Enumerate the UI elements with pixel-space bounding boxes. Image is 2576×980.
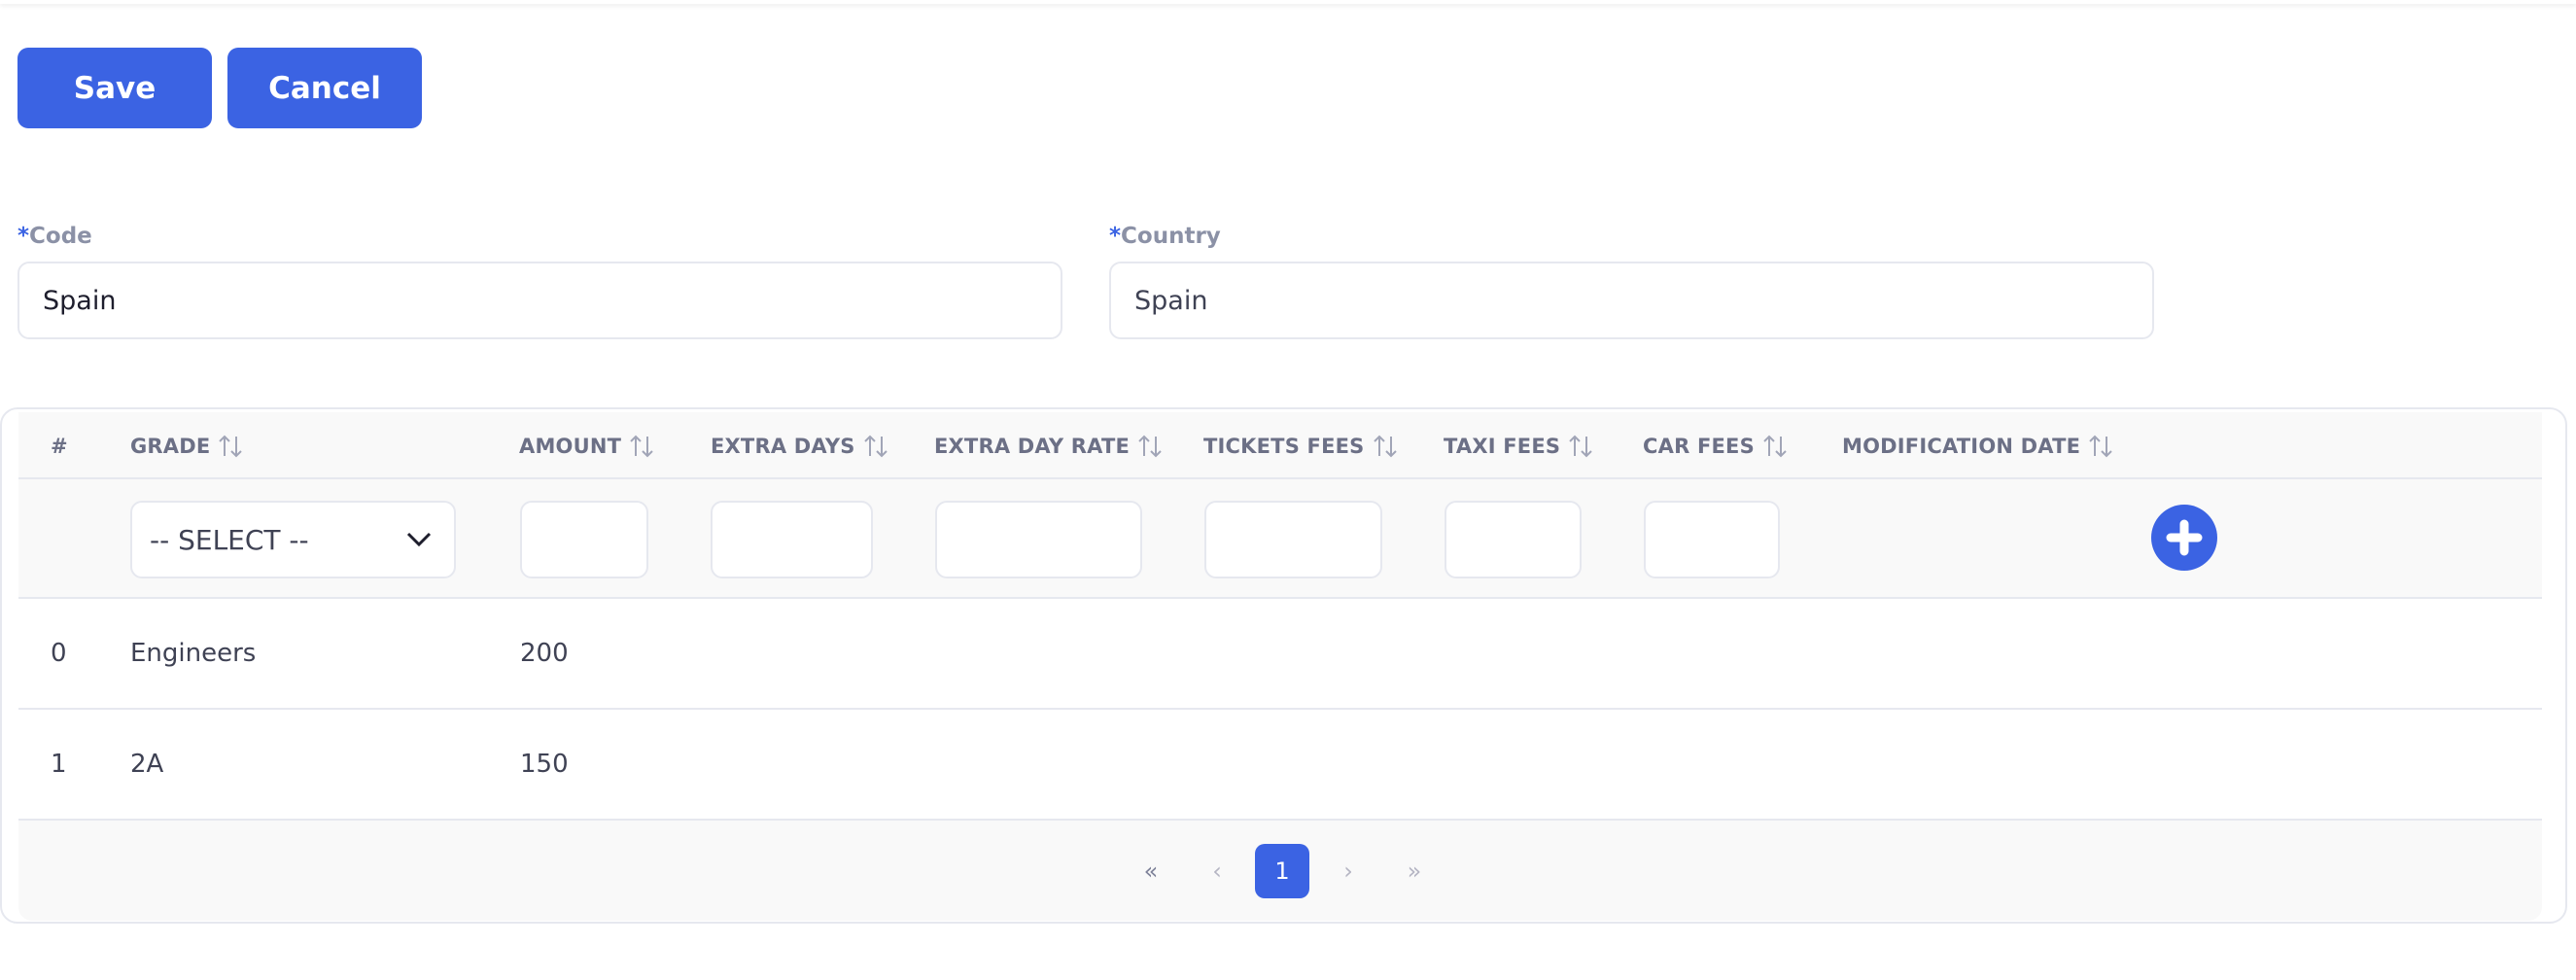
extra-days-input[interactable] xyxy=(711,501,873,578)
country-input[interactable] xyxy=(1109,262,2154,339)
taxi-fees-input[interactable] xyxy=(1445,501,1582,578)
plus-icon xyxy=(2166,519,2203,556)
table-row[interactable]: 1 2A 150 xyxy=(18,710,2542,821)
row-index: 0 xyxy=(51,639,67,668)
new-entry-row: -- SELECT -- xyxy=(18,479,2542,599)
country-label: *Country xyxy=(1109,224,1221,249)
grades-table: # GRADE AMOUNT EXTRA DAYS EXTRA DAY RATE… xyxy=(18,412,2542,921)
sort-arrows-icon[interactable] xyxy=(863,433,888,460)
code-input[interactable] xyxy=(17,262,1062,339)
code-label: *Code xyxy=(17,224,92,249)
sort-arrows-icon[interactable] xyxy=(1568,433,1593,460)
country-label-text: Country xyxy=(1121,224,1221,249)
chevron-down-icon xyxy=(406,532,432,547)
tickets-fees-input[interactable] xyxy=(1204,501,1382,578)
column-header-extra-day-rate[interactable]: EXTRA DAY RATE xyxy=(934,412,1163,479)
next-page-button[interactable]: › xyxy=(1321,844,1375,898)
column-header-tickets-fees[interactable]: TICKETS FEES xyxy=(1203,412,1398,479)
sort-arrows-icon[interactable] xyxy=(1762,433,1788,460)
add-row-button[interactable] xyxy=(2151,505,2217,571)
column-header-amount[interactable]: AMOUNT xyxy=(519,412,654,479)
save-button[interactable]: Save xyxy=(17,48,212,128)
row-amount: 200 xyxy=(520,639,569,668)
car-fees-input[interactable] xyxy=(1644,501,1780,578)
row-index: 1 xyxy=(51,750,67,779)
code-label-text: Code xyxy=(29,224,92,249)
grade-select[interactable]: -- SELECT -- xyxy=(130,501,456,578)
sort-arrows-icon[interactable] xyxy=(218,433,243,460)
column-header-car-fees[interactable]: CAR FEES xyxy=(1643,412,1788,479)
table-row[interactable]: 0 Engineers 200 xyxy=(18,599,2542,710)
sort-arrows-icon[interactable] xyxy=(629,433,654,460)
sort-arrows-icon[interactable] xyxy=(1373,433,1398,460)
row-grade: 2A xyxy=(130,750,164,779)
sort-arrows-icon[interactable] xyxy=(2088,433,2113,460)
column-header-extra-days[interactable]: EXTRA DAYS xyxy=(711,412,888,479)
required-mark: * xyxy=(17,224,30,249)
cancel-button[interactable]: Cancel xyxy=(227,48,422,128)
extra-day-rate-input[interactable] xyxy=(935,501,1142,578)
amount-input[interactable] xyxy=(520,501,648,578)
column-header-grade[interactable]: GRADE xyxy=(130,412,243,479)
prev-page-button[interactable]: ‹ xyxy=(1190,844,1244,898)
required-mark: * xyxy=(1109,224,1122,249)
sort-arrows-icon[interactable] xyxy=(1137,433,1163,460)
column-header-taxi-fees[interactable]: TAXI FEES xyxy=(1444,412,1593,479)
column-header-modification-date[interactable]: MODIFICATION DATE xyxy=(1842,412,2113,479)
row-grade: Engineers xyxy=(130,639,257,668)
top-bar-shadow xyxy=(0,0,2576,4)
last-page-button[interactable]: » xyxy=(1387,844,1442,898)
column-header-index: # xyxy=(51,434,68,458)
table-header: # GRADE AMOUNT EXTRA DAYS EXTRA DAY RATE… xyxy=(18,412,2542,479)
pagination: « ‹ 1 › » xyxy=(18,821,2542,921)
grade-select-value: -- SELECT -- xyxy=(150,523,309,556)
row-amount: 150 xyxy=(520,750,569,779)
first-page-button[interactable]: « xyxy=(1124,844,1178,898)
page-button-current[interactable]: 1 xyxy=(1255,844,1309,898)
